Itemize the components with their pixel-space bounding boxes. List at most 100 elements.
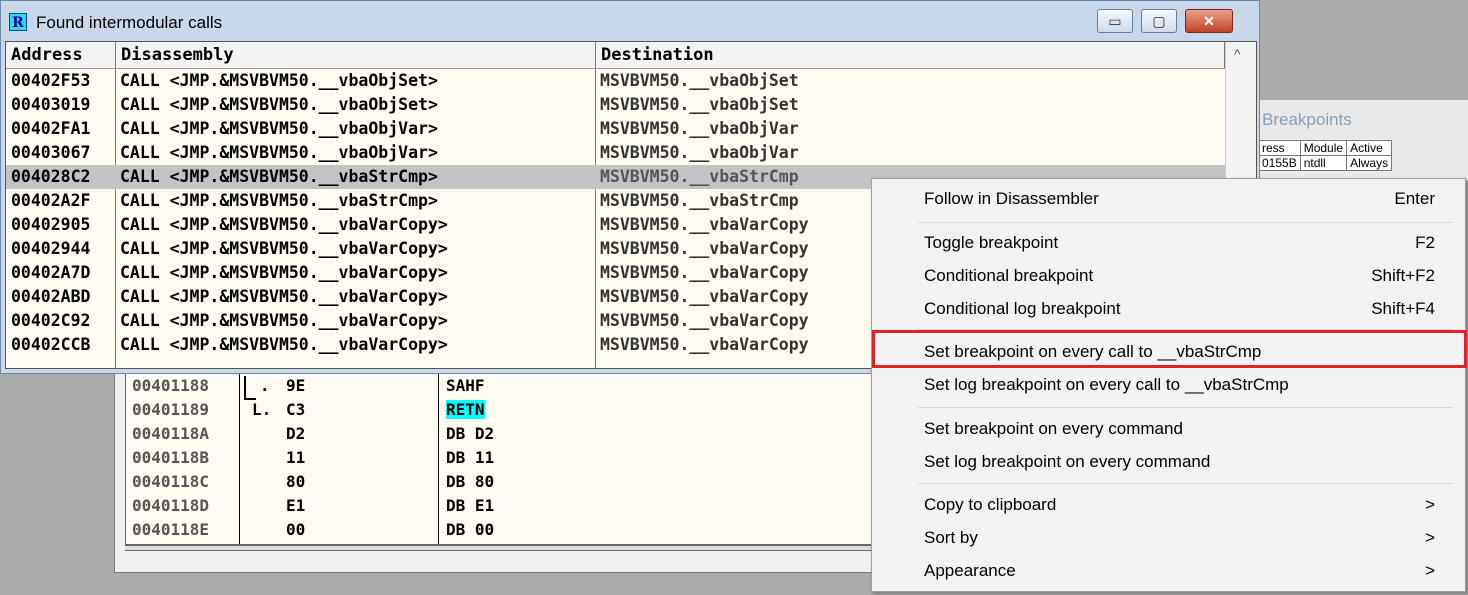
breakpoints-col-header[interactable]: Module bbox=[1299, 140, 1348, 156]
disasm-bytes: 11 bbox=[286, 448, 306, 467]
disassembly-pane[interactable]: 00401188 . 9E SAHF 00401189 L. C3 RETN 0… bbox=[125, 371, 887, 545]
breakpoint-module: ntdll bbox=[1299, 155, 1348, 171]
call-address: 00402A7D bbox=[11, 263, 91, 282]
menu-item-shortcut: Shift+F4 bbox=[1371, 299, 1435, 318]
disasm-address: 0040118A bbox=[132, 424, 210, 443]
disasm-address: 0040118B bbox=[132, 448, 210, 467]
disasm-instruction: DB 00 bbox=[446, 520, 495, 539]
menu-item-sort-by[interactable]: Sort by > bbox=[872, 523, 1465, 553]
menu-item-label: Set log breakpoint on every call to __vb… bbox=[924, 375, 1289, 394]
menu-item-label: Set breakpoint on every command bbox=[924, 419, 1183, 438]
disassembly-window: 00401188 . 9E SAHF 00401189 L. C3 RETN 0… bbox=[114, 362, 916, 573]
minimize-button[interactable]: ▭ bbox=[1097, 9, 1133, 33]
disasm-address: 0040118E bbox=[132, 520, 210, 539]
call-address: 00402944 bbox=[11, 239, 91, 258]
menu-item-conditional-log-breakpoint[interactable]: Conditional log breakpoint Shift+F4 bbox=[872, 294, 1465, 324]
close-button[interactable]: ✕ bbox=[1185, 9, 1233, 33]
disasm-address: 00401188 bbox=[132, 376, 210, 395]
call-destination: MSVBVM50.__vbaObjSet bbox=[600, 71, 799, 90]
menu-item-set-breakpoint-every-command[interactable]: Set breakpoint on every command bbox=[872, 414, 1465, 444]
disasm-instruction: DB D2 bbox=[446, 424, 495, 443]
disasm-row[interactable]: 0040118B 11 DB 11 bbox=[126, 446, 886, 470]
disasm-address: 0040118C bbox=[132, 472, 210, 491]
disasm-instruction: DB 80 bbox=[446, 472, 495, 491]
menu-item-label: Follow in Disassembler bbox=[924, 189, 1099, 208]
menu-separator bbox=[918, 407, 1453, 408]
disasm-bytes: D2 bbox=[286, 424, 306, 443]
disasm-prefix: . bbox=[260, 376, 270, 395]
call-address: 00402FA1 bbox=[11, 119, 91, 138]
disasm-row[interactable]: 00401189 L. C3 RETN bbox=[126, 398, 886, 422]
table-row[interactable]: 00403067 CALL <JMP.&MSVBVM50.__vbaObjVar>… bbox=[6, 141, 1225, 165]
menu-separator bbox=[918, 222, 1453, 223]
menu-item-conditional-breakpoint[interactable]: Conditional breakpoint Shift+F2 bbox=[872, 261, 1465, 291]
call-disassembly: CALL <JMP.&MSVBVM50.__vbaVarCopy> bbox=[120, 335, 448, 354]
submenu-arrow-icon: > bbox=[1425, 495, 1435, 514]
maximize-button[interactable]: ▢ bbox=[1141, 9, 1177, 33]
table-row[interactable]: 00403019 CALL <JMP.&MSVBVM50.__vbaObjSet>… bbox=[6, 93, 1225, 117]
breakpoint-row[interactable]: 0155B ntdll Always bbox=[1258, 155, 1393, 171]
menu-item-label: Conditional log breakpoint bbox=[924, 299, 1121, 318]
call-disassembly: CALL <JMP.&MSVBVM50.__vbaVarCopy> bbox=[120, 239, 448, 258]
breakpoints-col-header[interactable]: Active bbox=[1346, 140, 1393, 156]
horizontal-scrollbar[interactable] bbox=[125, 545, 885, 551]
disasm-row[interactable]: 0040118E 00 DB 00 bbox=[126, 518, 886, 542]
call-disassembly: CALL <JMP.&MSVBVM50.__vbaVarCopy> bbox=[120, 263, 448, 282]
disasm-bytes: 80 bbox=[286, 472, 306, 491]
table-row[interactable]: 00402F53 CALL <JMP.&MSVBVM50.__vbaObjSet>… bbox=[6, 69, 1225, 93]
call-address: 00403067 bbox=[11, 143, 91, 162]
context-menu: Follow in Disassembler Enter Toggle brea… bbox=[871, 178, 1467, 592]
menu-item-set-log-breakpoint-every-command[interactable]: Set log breakpoint on every command bbox=[872, 447, 1465, 477]
menu-item-label: Toggle breakpoint bbox=[924, 233, 1059, 252]
window-title: Found intermodular calls bbox=[36, 13, 223, 32]
disasm-row[interactable]: 00401188 . 9E SAHF bbox=[126, 374, 886, 398]
column-header-address[interactable]: Address bbox=[6, 42, 116, 68]
call-address: 00403019 bbox=[11, 95, 91, 114]
disasm-row[interactable]: 0040118D E1 DB E1 bbox=[126, 494, 886, 518]
call-destination: MSVBVM50.__vbaObjVar bbox=[600, 119, 799, 138]
disasm-row[interactable]: 0040118A D2 DB D2 bbox=[126, 422, 886, 446]
menu-item-shortcut: F2 bbox=[1415, 233, 1435, 252]
window-titlebar[interactable]: R Found intermodular calls ▭ ▢ ✕ bbox=[1, 1, 1259, 37]
call-address: 00402CCB bbox=[11, 335, 91, 354]
call-destination: MSVBVM50.__vbaObjSet bbox=[600, 95, 799, 114]
scroll-up-icon[interactable]: ^ bbox=[1234, 46, 1241, 62]
table-row[interactable]: 00402FA1 CALL <JMP.&MSVBVM50.__vbaObjVar>… bbox=[6, 117, 1225, 141]
call-disassembly: CALL <JMP.&MSVBVM50.__vbaVarCopy> bbox=[120, 215, 448, 234]
disasm-address: 0040118D bbox=[132, 496, 210, 515]
menu-item-toggle-breakpoint[interactable]: Toggle breakpoint F2 bbox=[872, 228, 1465, 258]
call-disassembly: CALL <JMP.&MSVBVM50.__vbaVarCopy> bbox=[120, 287, 448, 306]
menu-item-copy-to-clipboard[interactable]: Copy to clipboard > bbox=[872, 490, 1465, 520]
menu-item-shortcut: Enter bbox=[1394, 189, 1435, 208]
call-destination: MSVBVM50.__vbaObjVar bbox=[600, 143, 799, 162]
menu-item-set-log-breakpoint-every-call[interactable]: Set log breakpoint on every call to __vb… bbox=[872, 370, 1465, 400]
menu-item-label: Set log breakpoint on every command bbox=[924, 452, 1211, 471]
disasm-bytes: 9E bbox=[286, 376, 306, 395]
menu-item-appearance[interactable]: Appearance > bbox=[872, 556, 1465, 586]
call-disassembly: CALL <JMP.&MSVBVM50.__vbaObjVar> bbox=[120, 119, 438, 138]
submenu-arrow-icon: > bbox=[1425, 561, 1435, 580]
call-address: 00402A2F bbox=[11, 191, 91, 210]
call-address: 004028C2 bbox=[11, 167, 91, 186]
menu-item-follow-in-disassembler[interactable]: Follow in Disassembler Enter bbox=[872, 184, 1465, 214]
breakpoints-col-header[interactable]: ress bbox=[1258, 140, 1301, 156]
disasm-prefix: L. bbox=[252, 400, 272, 419]
column-header-disassembly[interactable]: Disassembly bbox=[116, 42, 596, 68]
breakpoints-table: ress Module Active 0155B ntdll Always bbox=[1258, 140, 1393, 171]
disasm-row[interactable]: 0040118C 80 DB 80 bbox=[126, 470, 886, 494]
breakpoints-window[interactable]: Breakpoints ress Module Active 0155B ntd… bbox=[1258, 100, 1468, 180]
breakpoints-title: Breakpoints bbox=[1262, 110, 1352, 129]
app-icon: R bbox=[9, 13, 27, 31]
breakpoint-address: 0155B bbox=[1258, 155, 1301, 171]
disasm-bytes: 00 bbox=[286, 520, 306, 539]
call-address: 00402ABD bbox=[11, 287, 91, 306]
menu-item-label: Appearance bbox=[924, 561, 1016, 580]
disasm-instruction: DB E1 bbox=[446, 496, 495, 515]
call-address: 00402905 bbox=[11, 215, 91, 234]
call-address: 00402C92 bbox=[11, 311, 91, 330]
column-header-destination[interactable]: Destination bbox=[596, 42, 1225, 68]
call-address: 00402F53 bbox=[11, 71, 91, 90]
disasm-bytes: C3 bbox=[286, 400, 306, 419]
disasm-instruction: SAHF bbox=[446, 376, 485, 395]
menu-item-shortcut: Shift+F2 bbox=[1371, 266, 1435, 285]
